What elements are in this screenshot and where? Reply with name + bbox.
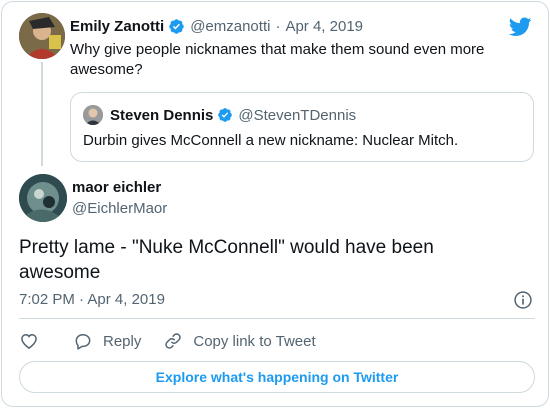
info-icon[interactable] [513,290,533,310]
quoted-author-avatar [83,105,103,125]
link-icon [165,333,182,349]
verified-badge-icon [169,18,184,34]
twitter-bird-icon[interactable] [509,17,532,37]
tweet-timestamp[interactable]: 7:02 PM · Apr 4, 2019 [19,291,165,308]
parent-tweet-header: Emily Zanotti @emzanotti · Apr 4, 2019 [70,16,363,36]
parent-author-avatar[interactable] [19,13,65,59]
timestamp-separator: · [79,291,85,308]
copy-link-button[interactable]: Copy link to Tweet [163,331,316,351]
main-author-avatar[interactable] [19,174,67,222]
main-author-name[interactable]: maor eichler [72,179,161,196]
parent-author-handle[interactable]: @emzanotti [190,18,270,35]
thread-connector-line [41,62,43,166]
copy-link-label: Copy link to Tweet [193,332,316,350]
main-tweet-text: Pretty lame - "Nuke McConnell" would hav… [19,237,434,283]
quoted-tweet-header: Steven Dennis @StevenTDennis [110,105,356,125]
heart-icon [21,333,37,349]
tweet-embed-card: Emily Zanotti @emzanotti · Apr 4, 2019 W… [1,1,549,407]
explore-twitter-button[interactable]: Explore what's happening on Twitter [19,361,535,393]
tweet-time[interactable]: 7:02 PM [19,291,75,308]
quoted-author-handle: @StevenTDennis [238,106,357,124]
action-bar-divider [19,318,535,319]
parent-author-name[interactable]: Emily Zanotti [70,18,164,35]
parent-header-separator: · [275,17,281,35]
reply-label: Reply [103,332,142,350]
parent-tweet-text: Why give people nicknames that make them… [70,41,485,78]
main-author-handle[interactable]: @EichlerMaor [72,200,167,217]
quoted-tweet[interactable]: Steven Dennis @StevenTDennis Durbin give… [70,92,534,162]
quoted-author-name: Steven Dennis [110,106,214,124]
tweet-date[interactable]: Apr 4, 2019 [87,291,165,308]
reply-button[interactable]: Reply [73,331,141,351]
tweet-action-bar: Reply Copy link to Tweet [19,330,316,352]
verified-badge-icon [218,108,233,122]
speech-bubble-icon [75,334,91,350]
quoted-tweet-text: Durbin gives McConnell a new nickname: N… [83,132,459,149]
like-button[interactable] [19,331,39,351]
parent-tweet-date[interactable]: Apr 4, 2019 [285,18,363,35]
